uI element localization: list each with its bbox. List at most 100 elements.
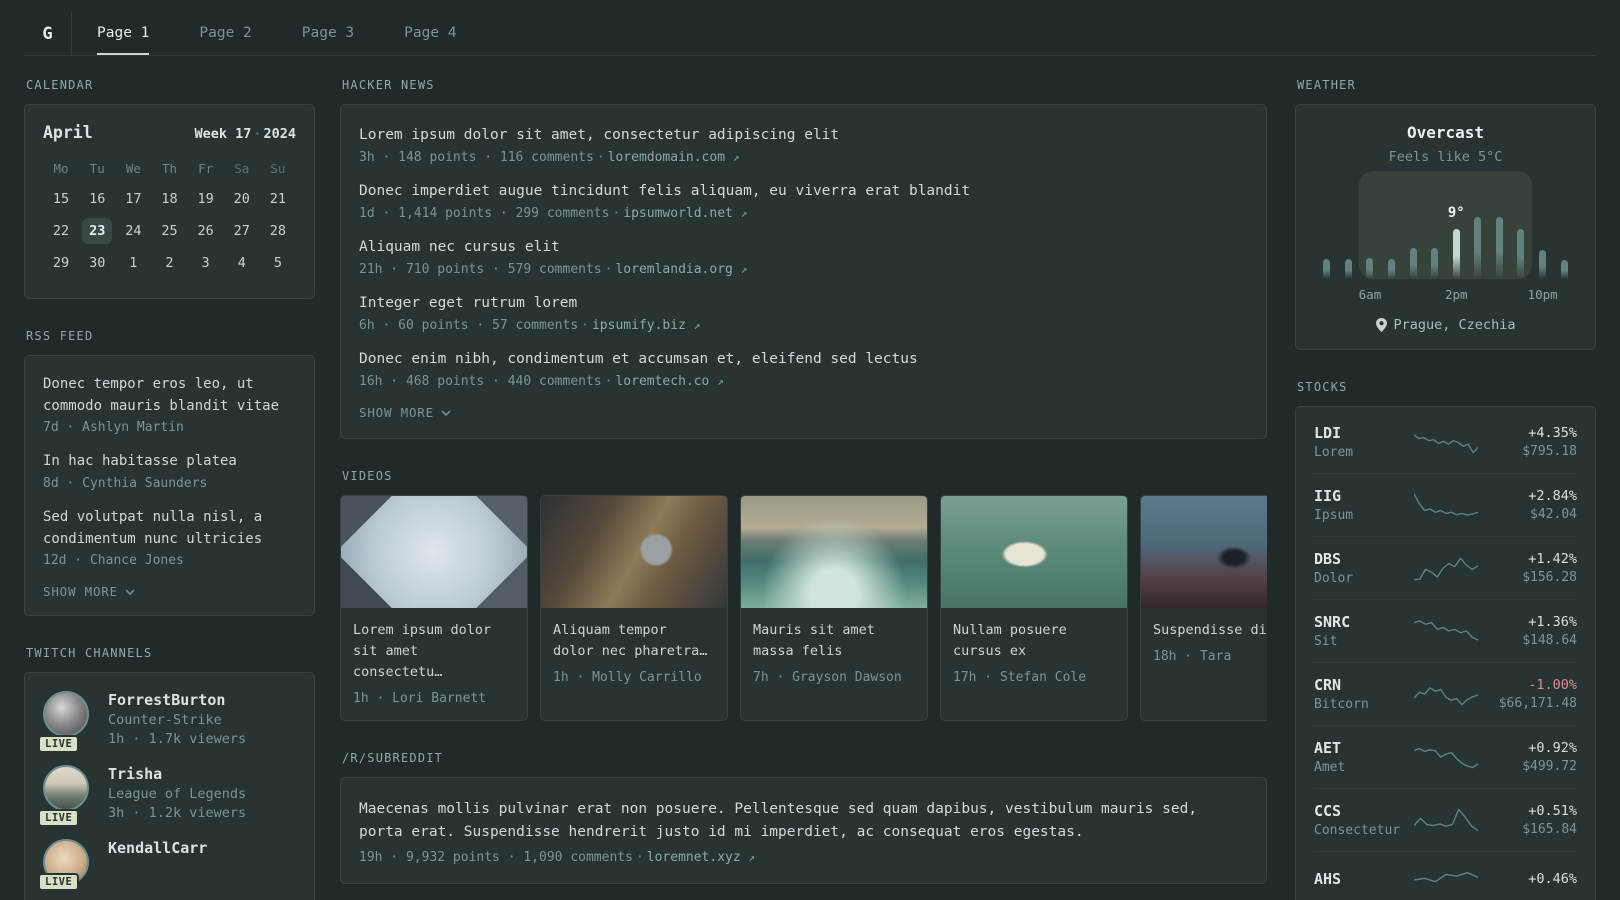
hackernews-item: Donec imperdiet augue tincidunt felis al… [359, 181, 1248, 221]
meta-text: 19h · 9,932 points · 1,090 comments [359, 850, 633, 866]
video-card-body: Suspendisse diam 18h · Tara [1141, 608, 1267, 678]
calendar-month: April [43, 123, 93, 142]
hackernews-item-domain-link[interactable]: loremdomain.com [608, 150, 725, 165]
video-card[interactable]: Mauris sit amet massa felis 7h · Grayson… [740, 495, 928, 721]
rss-section: RSS FEED Donec tempor eros leo, ut commo… [24, 329, 315, 617]
video-card[interactable]: Suspendisse diam 18h · Tara [1140, 495, 1267, 721]
video-thumbnail[interactable] [541, 496, 727, 609]
calendar-day-number: 17 [125, 191, 142, 207]
twitch-channel-row[interactable]: LIVE KendallCarr [38, 839, 296, 892]
video-title[interactable]: Lorem ipsum dolor sit amet consectetu… [353, 620, 515, 683]
external-link-icon: ↗ [732, 151, 740, 165]
hackernews-item-domain-link[interactable]: ipsumworld.net [623, 206, 733, 221]
video-card[interactable]: Lorem ipsum dolor sit amet consectetu… 1… [340, 495, 528, 721]
hackernews-item-domain-link[interactable]: loremtech.co [615, 374, 709, 389]
video-title[interactable]: Nullam posuere cursus ex [953, 620, 1115, 662]
videos-section-label: VIDEOS [342, 469, 393, 484]
video-card[interactable]: Nullam posuere cursus ex 17h · Stefan Co… [940, 495, 1128, 721]
subreddit-post-title[interactable]: Maecenas mollis pulvinar erat non posuer… [359, 798, 1248, 844]
twitch-channel-name[interactable]: KendallCarr [108, 839, 207, 857]
calendar-weekday-row: Mo Tu We Th Fr Sa Su [43, 160, 296, 186]
page-tab[interactable]: Page 2 [199, 12, 251, 55]
rss-item-title[interactable]: Donec tempor eros leo, ut commodo mauris… [43, 374, 296, 417]
twitch-widget: LIVE ForrestBurton Counter-Strike 1h · 1… [24, 672, 315, 900]
meta-text: 1d · 1,414 points · 299 comments [359, 206, 610, 222]
weather-condition: Overcast [1406, 123, 1485, 142]
twitch-channel-name[interactable]: ForrestBurton [108, 691, 246, 709]
stock-row[interactable]: SNRC Sit +1.36% $148.64 [1314, 599, 1577, 662]
video-title[interactable]: Aliquam tempor dolor nec pharetra… [553, 620, 715, 662]
calendar-days-grid: 15 16 17 18 19 20 21 22 23 24 25 26 27 2… [43, 186, 296, 282]
rss-item[interactable]: In hac habitasse platea 8d · Cynthia Sau… [43, 451, 296, 491]
hackernews-item-title[interactable]: Aliquam nec cursus elit [359, 237, 1248, 258]
weather-bar-slot [1359, 183, 1381, 279]
video-card[interactable]: Aliquam tempor dolor nec pharetra… 1h · … [540, 495, 728, 721]
page-tab[interactable]: Page 1 [97, 12, 150, 55]
video-thumbnail[interactable] [1141, 496, 1267, 609]
app-logo[interactable]: G [24, 12, 72, 55]
rss-item-title[interactable]: In hac habitasse platea [43, 451, 296, 473]
weather-hour-axis: 6am 2pm 10pm [1316, 287, 1575, 303]
stock-row[interactable]: CRN Bitcorn -1.00% $66,171.48 [1314, 662, 1577, 725]
video-thumbnail[interactable] [941, 496, 1127, 609]
video-meta: 1h · Molly Carrillo [553, 669, 702, 685]
video-title[interactable]: Mauris sit amet massa felis [753, 620, 915, 662]
calendar-day-cell: 26 [188, 218, 224, 244]
subreddit-post-domain-link[interactable]: loremnet.xyz [647, 850, 741, 865]
calendar-day-cell: 21 [260, 186, 296, 212]
hackernews-item-domain-link[interactable]: loremlandia.org [615, 262, 732, 277]
calendar-day-cell: 3 [188, 250, 224, 276]
stock-row[interactable]: AHS +0.46% [1314, 851, 1577, 900]
stock-name: Bitcorn [1314, 697, 1369, 712]
stock-identity: LDI Lorem [1314, 424, 1406, 460]
page-tab[interactable]: Page 3 [302, 12, 354, 55]
video-thumbnail[interactable] [741, 496, 927, 609]
location-pin-icon [1375, 318, 1387, 332]
hackernews-item-title[interactable]: Integer eget rutrum lorem [359, 293, 1248, 314]
weather-bar-slot [1532, 183, 1554, 279]
external-link-icon: ↗ [740, 207, 748, 221]
calendar-day-number: 21 [269, 191, 287, 207]
stock-row[interactable]: AET Amet +0.92% $499.72 [1314, 725, 1577, 788]
twitch-channel-name[interactable]: Trisha [108, 765, 246, 783]
external-link-icon: ↗ [693, 319, 701, 333]
twitch-channel-row[interactable]: LIVE ForrestBurton Counter-Strike 1h · 1… [38, 691, 296, 754]
stock-row[interactable]: IIG Ipsum +2.84% $42.04 [1314, 473, 1577, 536]
stock-identity: CCS Consectetur [1314, 802, 1406, 838]
twitch-avatar-wrap: LIVE [38, 765, 91, 828]
hackernews-item-title[interactable]: Lorem ipsum dolor sit amet, consectetur … [359, 125, 1248, 146]
stock-change: +0.92% [1528, 740, 1577, 756]
calendar-day-cell: 15 [43, 186, 79, 212]
rss-item-title[interactable]: Sed volutpat nulla nisl, a condimentum n… [43, 507, 296, 550]
stock-values: +4.35% $795.18 [1485, 425, 1577, 459]
rss-item[interactable]: Donec tempor eros leo, ut commodo mauris… [43, 374, 296, 435]
hackernews-widget: Lorem ipsum dolor sit amet, consectetur … [340, 104, 1267, 440]
page-tab[interactable]: Page 4 [404, 12, 456, 55]
stock-row[interactable]: LDI Lorem +4.35% $795.18 [1314, 411, 1577, 473]
separator-dot: · [604, 262, 613, 278]
calendar-weekday-label: Th [161, 161, 178, 176]
hackernews-item-domain-link[interactable]: ipsumify.biz [592, 318, 686, 333]
hackernews-show-more-button[interactable]: SHOW MORE [359, 405, 1248, 420]
rss-item[interactable]: Sed volutpat nulla nisl, a condimentum n… [43, 507, 296, 568]
video-title[interactable]: Suspendisse diam [1153, 620, 1267, 641]
stock-row[interactable]: CCS Consectetur +0.51% $165.84 [1314, 788, 1577, 851]
hackernews-item-title[interactable]: Donec imperdiet augue tincidunt felis al… [359, 181, 1248, 202]
weather-current-temp: 9° [1447, 205, 1465, 221]
twitch-channel-row[interactable]: LIVE Trisha League of Legends 3h · 1.2k … [38, 765, 296, 828]
video-thumbnail[interactable] [341, 496, 527, 609]
calendar-week-number: Week 17 [194, 126, 252, 142]
stock-sparkline [1406, 805, 1485, 835]
stock-sparkline [1406, 616, 1485, 646]
calendar-day-cell: 17 [115, 186, 151, 212]
video-meta: 17h · Stefan Cole [953, 669, 1087, 685]
video-card-body: Mauris sit amet massa felis 7h · Grayson… [741, 608, 927, 699]
middle-column: HACKER NEWS Lorem ipsum dolor sit amet, … [340, 78, 1267, 900]
calendar-weekday-label: Fr [198, 161, 214, 176]
hackernews-item-title[interactable]: Donec enim nibh, condimentum et accumsan… [359, 349, 1248, 370]
stock-row[interactable]: DBS Dolor +1.42% $156.28 [1314, 536, 1577, 599]
meta-text: 16h · 468 points · 440 comments [359, 374, 602, 390]
rss-show-more-button[interactable]: SHOW MORE [43, 584, 296, 599]
stock-price: $148.64 [1522, 633, 1577, 648]
calendar-day-number: 27 [233, 223, 250, 239]
